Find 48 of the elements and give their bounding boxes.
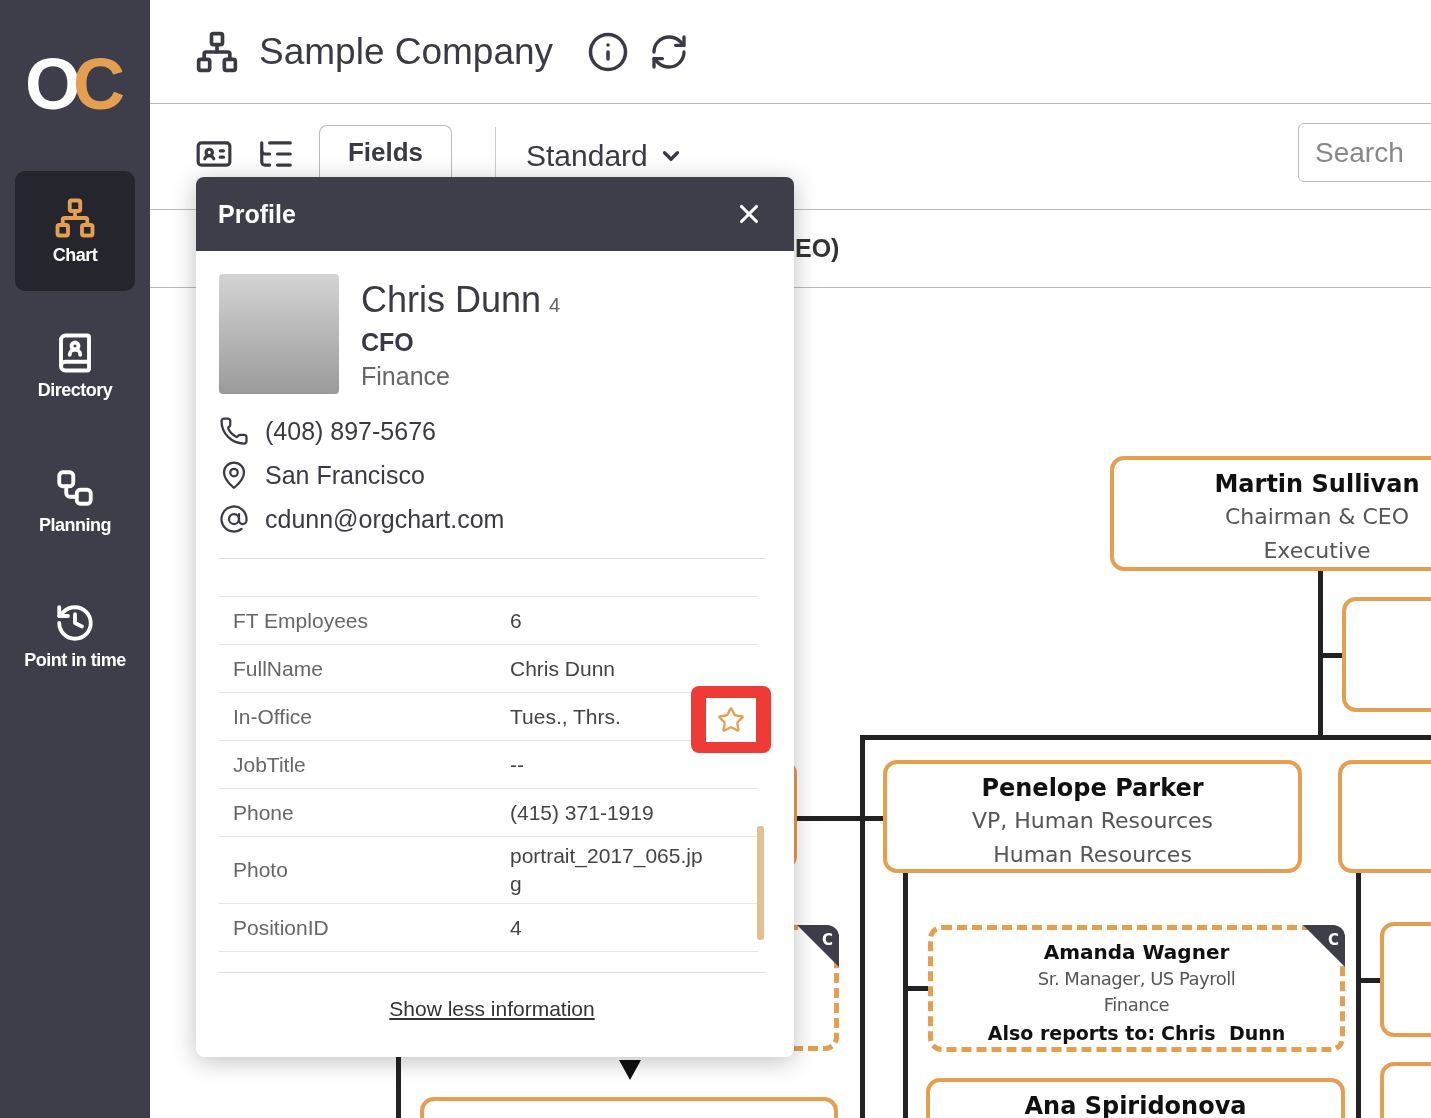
field-value: (415) 371-1919 xyxy=(510,799,655,826)
node-name: Amanda Wagner xyxy=(1043,939,1230,966)
field-label: FullName xyxy=(233,656,324,681)
field-value: 4 xyxy=(510,914,523,941)
contact-text: San Francisco xyxy=(265,460,425,490)
nav-item[interactable]: Chart xyxy=(15,171,135,291)
person-name: Chris Dunn xyxy=(361,280,542,320)
node-title: Sr. Manager, US Payroll xyxy=(1037,967,1236,991)
field-label: FT Employees xyxy=(233,608,369,633)
field-label: Phone xyxy=(233,800,295,825)
page-title: Sample Company xyxy=(259,30,554,73)
field-value: Chris Dunn xyxy=(510,655,617,682)
org-chart-node[interactable]: C Amanda Wagner Sr. Manager, US Payroll Finance Also reports to: Chris Dunn xyxy=(928,925,1345,1052)
search-field[interactable]: Search xyxy=(1298,123,1431,182)
node-name: Martin Sullivan xyxy=(1214,469,1420,500)
also-reports-label: Also reports to: xyxy=(987,1021,1155,1046)
org-chart-node[interactable]: Martin Sullivan Chairman & CEO Executive xyxy=(1110,456,1431,571)
contact-text: cdunn@orgchart.com xyxy=(265,504,505,534)
field-label: JobTitle xyxy=(233,752,307,777)
corner-badge: C xyxy=(1303,925,1345,967)
field-value: 6 xyxy=(510,607,523,634)
field-value: portrait_2017_065.jpg xyxy=(510,843,704,897)
node-department: Human Resources xyxy=(993,841,1192,869)
corner-badge: C xyxy=(797,925,839,967)
nav-item[interactable]: Directory xyxy=(15,306,135,426)
report-count: 4 xyxy=(549,293,561,318)
node-department: Executive xyxy=(1263,537,1371,565)
field-value: -- xyxy=(510,751,525,778)
field-label: In-Office xyxy=(233,704,313,729)
breadcrumb-text: EO) xyxy=(795,234,840,263)
field-label: Photo xyxy=(233,858,289,882)
node-department: Finance xyxy=(1103,993,1170,1017)
node-name: Penelope Parker xyxy=(981,773,1204,804)
panel-title: Profile xyxy=(218,199,296,229)
view-dropdown[interactable]: Standard xyxy=(526,139,684,173)
show-less-link[interactable]: Show less information xyxy=(389,997,595,1021)
nav-item[interactable]: Planning xyxy=(15,441,135,561)
node-title: VP, Human Resources xyxy=(972,807,1213,835)
field-label: PositionID xyxy=(233,915,330,940)
org-chart-node[interactable]: Penelope Parker VP, Human Resources Human Resources xyxy=(883,760,1302,873)
nav-item[interactable]: Point in time xyxy=(15,576,135,696)
person-role: CFO xyxy=(361,327,415,358)
also-reports-name: Chris Dunn xyxy=(1161,1021,1286,1046)
field-value: Tues., Thrs. xyxy=(510,703,622,730)
node-title: Chairman & CEO xyxy=(1224,503,1410,531)
person-department: Finance xyxy=(361,361,451,392)
contact-text: (408) 897-5676 xyxy=(265,416,436,446)
logo: OC xyxy=(25,50,125,118)
